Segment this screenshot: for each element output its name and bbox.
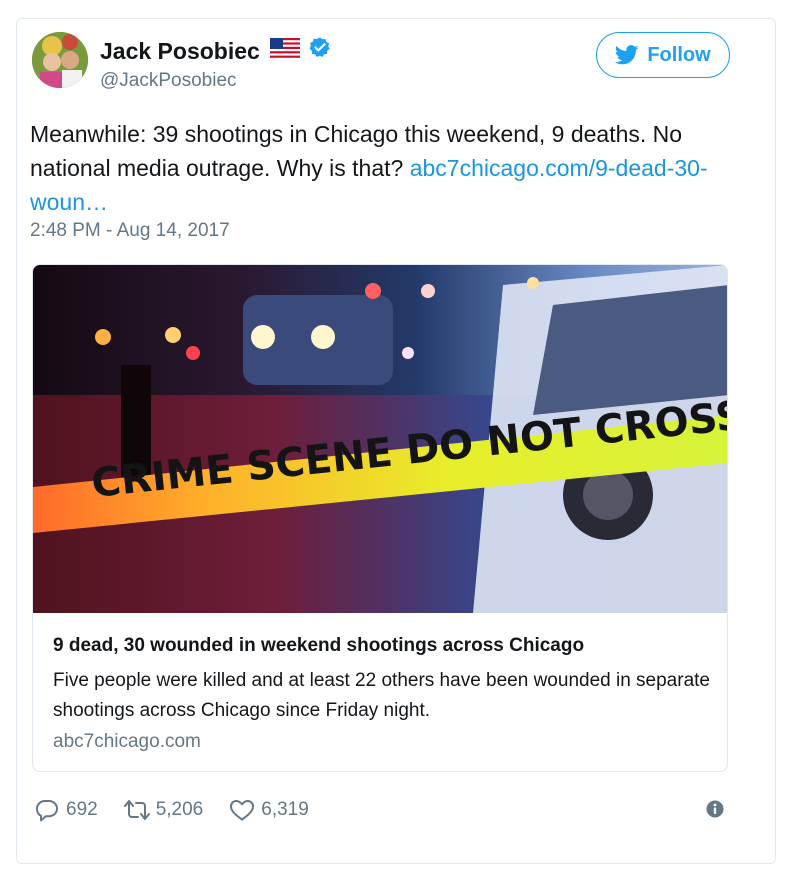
info-icon[interactable]: [706, 800, 724, 818]
heart-icon: [230, 800, 255, 821]
link-preview-card[interactable]: CRIME SCENE DO NOT CROSS 9 dead, 30 woun…: [32, 264, 728, 772]
verified-badge-icon: [309, 37, 330, 57]
follow-button[interactable]: Follow: [596, 32, 730, 78]
reply-action[interactable]: 692: [34, 798, 98, 822]
retweet-count: 5,206: [155, 799, 204, 820]
follow-label: Follow: [647, 43, 711, 66]
tweet-text: Meanwhile: 39 shootings in Chicago this …: [30, 117, 730, 219]
author-handle[interactable]: @JackPosobiec: [100, 70, 237, 92]
author-avatar[interactable]: [32, 32, 88, 88]
like-action[interactable]: 6,319: [229, 798, 309, 822]
tweet-timestamp[interactable]: 2:48 PM - Aug 14, 2017: [30, 220, 230, 242]
reply-icon: [36, 800, 58, 822]
crime-scene-image: CRIME SCENE DO NOT CROSS: [33, 265, 727, 613]
card-title: 9 dead, 30 wounded in weekend shootings …: [53, 635, 585, 656]
card-domain: abc7chicago.com: [53, 731, 201, 752]
avatar-image: [32, 32, 88, 88]
reply-count: 692: [66, 799, 98, 820]
us-flag-icon: [270, 38, 300, 58]
tweet-actions: 692 5,206 6,319: [34, 797, 335, 823]
retweet-icon: [123, 800, 150, 820]
card-description: Five people were killed and at least 22 …: [53, 670, 710, 721]
like-count: 6,319: [261, 799, 309, 820]
author-name[interactable]: Jack Posobiec: [100, 38, 260, 65]
retweet-action[interactable]: 5,206: [123, 798, 204, 822]
twitter-bird-icon: [615, 45, 639, 65]
